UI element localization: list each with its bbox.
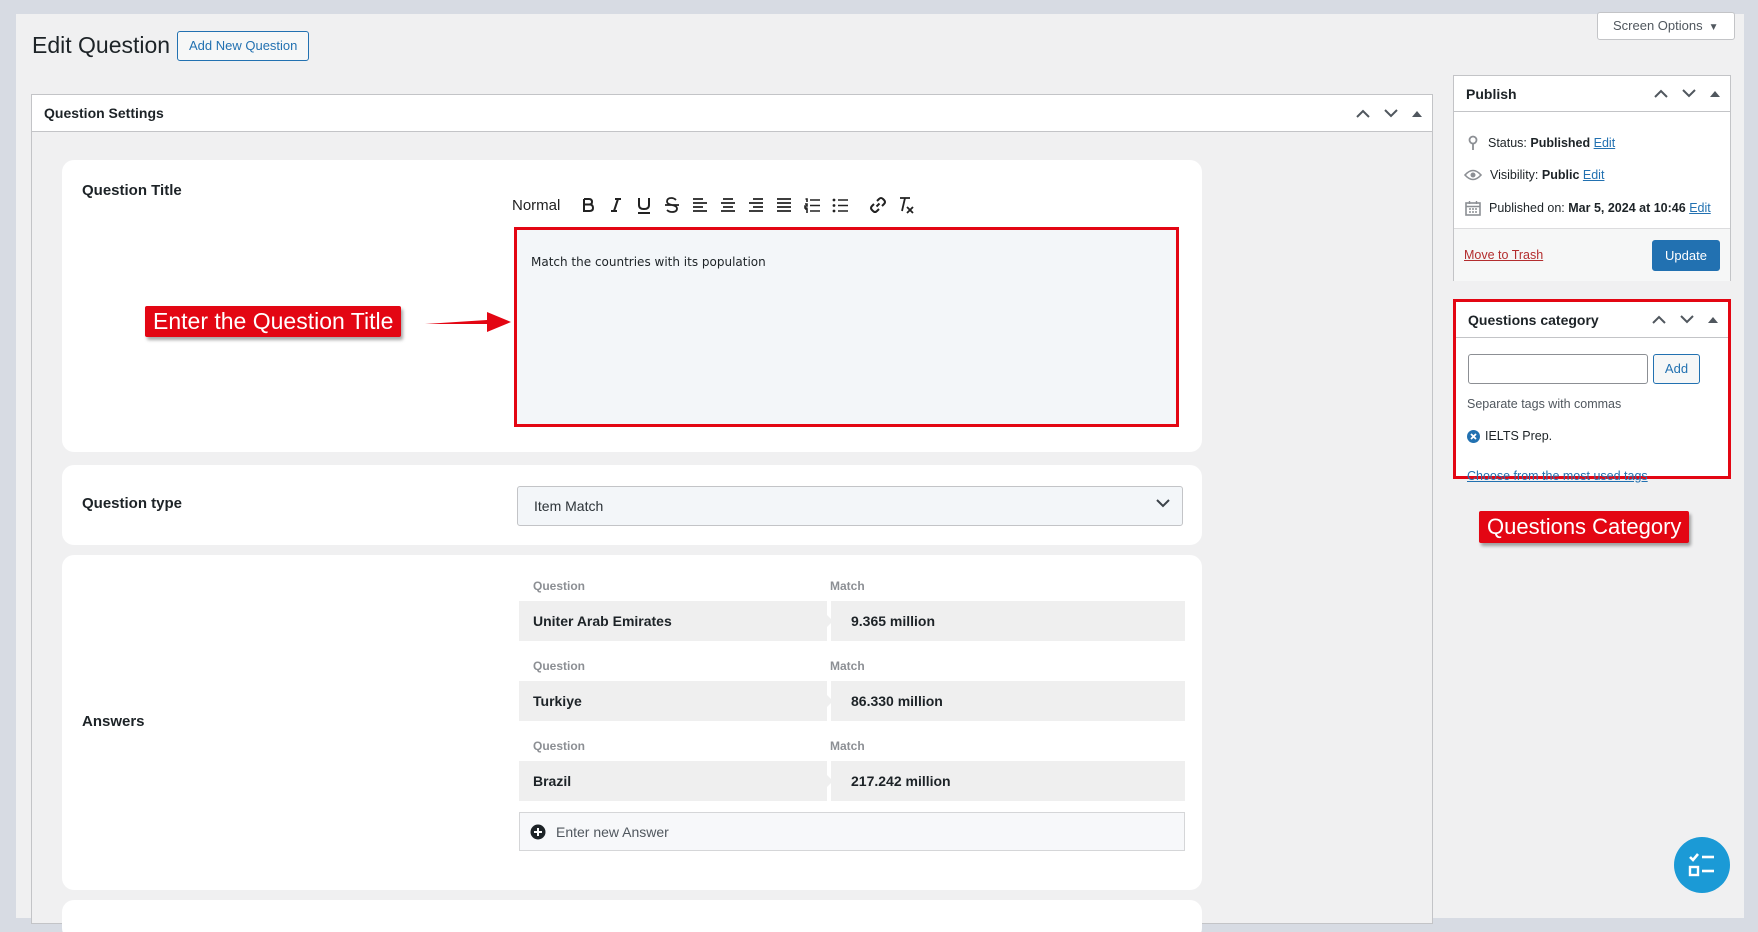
answer-match[interactable]: 9.365 million [831, 601, 1185, 641]
answer-question-label: Question [533, 739, 586, 753]
box-controls [1356, 108, 1422, 118]
status-label: Status: [1488, 136, 1527, 150]
title-annotation: Enter the Question Title [145, 306, 402, 337]
remove-tag-icon[interactable] [1467, 429, 1480, 443]
status-edit-link[interactable]: Edit [1594, 136, 1616, 150]
question-title-text: Match the countries with its population [531, 255, 766, 269]
pin-icon [1468, 135, 1478, 150]
answer-match-label: Match [830, 659, 865, 673]
toggle-panel-icon[interactable] [1710, 90, 1720, 97]
align-justify-icon[interactable] [770, 193, 798, 217]
answer-question[interactable]: Turkiye [519, 681, 833, 721]
underline-icon[interactable] [630, 193, 658, 217]
answers-label: Answers [82, 713, 145, 730]
chevron-down-icon [1156, 499, 1170, 508]
chevron-up-icon[interactable] [1356, 109, 1370, 118]
visibility-label: Visibility: [1490, 168, 1539, 182]
answer-row[interactable]: Uniter Arab Emirates 9.365 million [519, 601, 1185, 641]
tag-label: IELTS Prep. [1485, 429, 1553, 443]
align-center-icon[interactable] [714, 193, 742, 217]
align-right-icon[interactable] [742, 193, 770, 217]
choose-most-used-tags-link[interactable]: Choose from the most used tags [1467, 469, 1648, 483]
question-type-value: Item Match [534, 498, 604, 514]
answer-match-label: Match [830, 579, 865, 593]
chevron-up-icon[interactable] [1654, 89, 1668, 98]
questions-category-title: Questions category [1468, 311, 1599, 328]
next-settings-card [62, 900, 1202, 932]
plus-circle-icon[interactable] [530, 824, 546, 840]
answer-question-label: Question [533, 579, 586, 593]
answer-row[interactable]: Turkiye 86.330 million [519, 681, 1185, 721]
questions-category-header: Questions category [1456, 302, 1728, 338]
calendar-icon [1465, 201, 1481, 216]
answer-row[interactable]: Brazil 217.242 million [519, 761, 1185, 801]
screen-options-label: Screen Options [1613, 18, 1703, 33]
move-to-trash-link[interactable]: Move to Trash [1464, 248, 1543, 262]
publish-box: Publish Status: Published Edit Visibilit… [1453, 75, 1731, 281]
chevron-down-icon[interactable] [1682, 89, 1696, 98]
quiz-fab-button[interactable] [1674, 837, 1730, 893]
tag-item: IELTS Prep. [1467, 429, 1552, 443]
chevron-down-icon[interactable] [1384, 108, 1398, 118]
publish-title: Publish [1466, 85, 1517, 102]
add-new-question-button[interactable]: Add New Question [177, 31, 310, 61]
publish-header: Publish [1454, 76, 1730, 112]
question-title-editor[interactable]: Match the countries with its population [514, 227, 1179, 427]
publish-actions: Move to Trash Update [1454, 228, 1730, 281]
checklist-icon [1688, 853, 1714, 877]
new-answer-placeholder: Enter new Answer [556, 823, 669, 840]
format-select[interactable]: Normal [512, 197, 560, 214]
ordered-list-icon[interactable] [798, 193, 826, 217]
italic-icon[interactable] [602, 193, 630, 217]
answer-match[interactable]: 217.242 million [831, 761, 1185, 801]
clear-format-icon[interactable] [892, 193, 920, 217]
question-settings-title: Question Settings [44, 105, 164, 121]
questions-category-box: Questions category Add Separate tags wit… [1453, 299, 1731, 483]
annotation-arrow [425, 312, 511, 332]
new-answer-input[interactable]: Enter new Answer [519, 812, 1185, 851]
box-controls [1652, 315, 1718, 324]
link-icon[interactable] [864, 193, 892, 217]
visibility-value: Public [1541, 168, 1580, 182]
answer-match[interactable]: 86.330 million [831, 681, 1185, 721]
chevron-up-icon[interactable] [1652, 315, 1666, 324]
update-button[interactable]: Update [1652, 240, 1720, 271]
answer-question[interactable]: Uniter Arab Emirates [519, 601, 833, 641]
question-settings-header: Question Settings [32, 95, 1432, 132]
screen-options-button[interactable]: Screen Options ▼ [1597, 12, 1735, 40]
published-on-label: Published on: [1489, 201, 1565, 215]
category-annotation: Questions Category [1479, 511, 1690, 543]
published-edit-link[interactable]: Edit [1689, 201, 1711, 215]
question-type-select[interactable]: Item Match [517, 486, 1183, 526]
align-left-icon[interactable] [686, 193, 714, 217]
status-value: Published [1530, 136, 1591, 150]
page-title: Edit Question [32, 32, 171, 58]
answer-question[interactable]: Brazil [519, 761, 833, 801]
eye-icon [1464, 169, 1482, 181]
chevron-down-icon[interactable] [1680, 315, 1694, 324]
add-category-button[interactable]: Add [1653, 354, 1700, 384]
question-type-label: Question type [82, 495, 183, 512]
status-row: Status: Published Edit [1466, 135, 1615, 151]
answer-match-label: Match [830, 739, 865, 753]
visibility-row: Visibility: Public Edit [1464, 168, 1604, 182]
category-input[interactable] [1468, 354, 1648, 384]
toggle-panel-icon[interactable] [1412, 110, 1422, 117]
visibility-edit-link[interactable]: Edit [1583, 168, 1605, 182]
category-hint: Separate tags with commas [1467, 397, 1622, 411]
published-on-value: Mar 5, 2024 at 10:46 [1568, 201, 1686, 215]
answer-question-label: Question [533, 659, 586, 673]
published-on-row: Published on: Mar 5, 2024 at 10:46 Edit [1465, 200, 1711, 216]
strikethrough-icon[interactable] [658, 193, 686, 217]
bullet-list-icon[interactable] [826, 193, 854, 217]
toggle-panel-icon[interactable] [1708, 316, 1718, 323]
caret-down-icon: ▼ [1708, 22, 1719, 33]
box-controls [1654, 89, 1720, 98]
bold-icon[interactable] [574, 193, 602, 217]
question-title-label: Question Title [82, 182, 182, 199]
editor-toolbar: Normal [512, 193, 920, 217]
